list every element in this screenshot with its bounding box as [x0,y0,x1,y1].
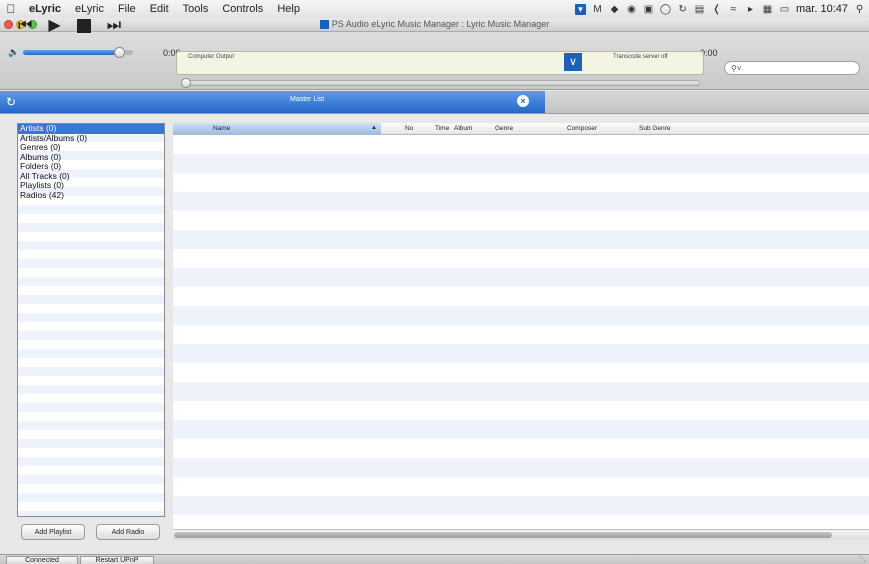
table-row [173,154,869,173]
status-bar: Connected Restart UPnP ⋱ [0,554,869,564]
menu-controls[interactable]: Controls [215,3,270,15]
keyboard-icon[interactable]: ▦ [762,4,773,15]
table-row [173,135,869,154]
table-row [173,382,869,401]
tab-master-list[interactable]: ↻ Master List × [0,91,545,113]
search-icon: ⚲˅ [731,63,742,73]
column-header-composer[interactable]: Composer [567,125,597,132]
table-row [173,192,869,211]
playback-progress-slider[interactable] [181,78,700,88]
table-row [173,420,869,439]
track-table: Name ▲ No Time Album Genre Composer Sub … [173,123,869,534]
tab-strip: ↻ Master List × [0,91,869,114]
menu-help[interactable]: Help [270,3,307,15]
table-row [173,325,869,344]
speaker-icon: 🔈 [8,47,20,57]
volume-control: 🔈 [8,47,134,58]
table-row [173,249,869,268]
volume-slider-fill [23,50,121,55]
menu-bar:  eLyric eLyric File Edit Tools Controls… [0,0,869,18]
column-header-name-label: Name [213,125,231,132]
clock[interactable]: mar. 10:47 [796,3,848,15]
menu-eLyric-app[interactable]: eLyric [22,3,68,15]
sync-icon[interactable]: ↻ [677,4,688,15]
menu-bar-status-area: ▼ M ◆ ◉ ▣ ◯ ↻ ▤ ❬ ≈ ▸ ▦ ▭ mar. 10:47 ⚲ [575,0,865,18]
close-tab-icon[interactable]: × [517,95,529,107]
tab-master-list-label: Master List [290,96,325,103]
playback-progress-knob[interactable] [181,78,191,88]
column-header-time[interactable]: Time [435,125,449,132]
table-rows [173,135,869,534]
table-row [173,477,869,496]
menu-file[interactable]: File [111,3,143,15]
spotlight-icon[interactable]: ⚲ [854,4,865,15]
table-row [173,211,869,230]
m-icon[interactable]: M [592,4,603,15]
table-row [173,306,869,325]
refresh-icon[interactable]: ↻ [6,95,16,109]
horizontal-scrollbar-thumb[interactable] [174,532,832,538]
column-header-no[interactable]: No [405,125,413,132]
psaudio-icon[interactable]: ▼ [575,3,587,15]
add-radio-button[interactable]: Add Radio [96,524,160,540]
transcode-status: Transcode server off [613,54,668,60]
column-header-name[interactable]: Name ▲ [173,123,381,134]
window-title-text: PS Audio eLyric Music Manager : Lyric Mu… [331,19,550,29]
table-row [173,363,869,382]
dropbox-icon[interactable]: ◆ [609,4,620,15]
restart-upnp-button[interactable]: Restart UPnP [80,556,154,564]
table-row [173,287,869,306]
table-row [173,439,869,458]
search-input[interactable] [744,63,855,73]
column-header-genre[interactable]: Genre [495,125,513,132]
table-row [173,230,869,249]
next-track-button[interactable]: ⏭ [107,18,121,34]
table-row [173,173,869,192]
search-field[interactable]: ⚲˅ [724,61,860,75]
table-row [173,268,869,287]
output-display: Computer Output ∨ Transcode server off [176,51,704,75]
volume-slider-knob[interactable] [114,47,126,58]
apple-icon[interactable]:  [0,2,22,16]
evernote-icon[interactable]: ◉ [626,4,637,15]
transport-controls: ⏮ ▶ ⏭ [18,18,121,34]
menu-eLyric[interactable]: eLyric [68,3,111,15]
wifi-icon[interactable]: ≈ [728,4,739,15]
resize-grip-icon[interactable]: ⋱ [859,555,866,563]
output-label: Computer Output [188,54,235,60]
volume-icon[interactable]: ▸ [745,4,756,15]
horizontal-scrollbar[interactable] [173,529,869,540]
sidebar-item-radios[interactable]: Radios (42) [18,190,164,201]
app-icon [319,19,329,29]
previous-track-button[interactable]: ⏮ [18,18,32,34]
library-sidebar: Artists (0) Artists/Albums (0) Genres (0… [17,123,165,517]
bluetooth-icon[interactable]: ❬ [711,4,722,15]
connected-button[interactable]: Connected [6,556,78,564]
window-titlebar: PS Audio eLyric Music Manager : Lyric Mu… [0,18,869,32]
battery-icon[interactable]: ▣ [643,4,654,15]
sort-ascending-icon: ▲ [371,125,377,131]
menu-edit[interactable]: Edit [143,3,176,15]
table-row [173,458,869,477]
time-machine-icon[interactable]: ◯ [660,4,671,15]
battery-level-icon[interactable]: ▭ [779,4,790,15]
volume-slider[interactable] [23,47,134,58]
table-row [173,496,869,515]
display-icon[interactable]: ▤ [694,4,705,15]
column-header-album[interactable]: Album [454,125,472,132]
window-title: PS Audio eLyric Music Manager : Lyric Mu… [0,19,869,29]
table-row [173,401,869,420]
menu-tools[interactable]: Tools [176,3,216,15]
waveform-icon: ∨ [564,53,582,71]
table-header: Name ▲ No Time Album Genre Composer Sub … [173,123,869,135]
stop-button[interactable] [76,19,91,33]
table-row [173,344,869,363]
add-playlist-button[interactable]: Add Playlist [21,524,85,540]
play-button[interactable]: ▶ [48,18,60,34]
column-header-sub-genre[interactable]: Sub Genre [639,125,670,132]
